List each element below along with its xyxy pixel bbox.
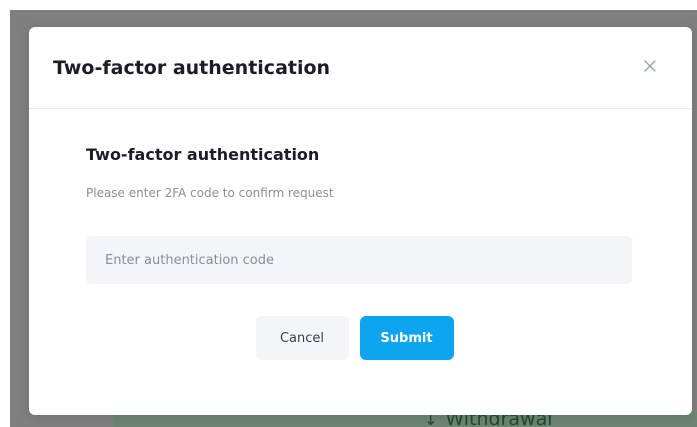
section-subtitle: Please enter 2FA code to confirm request — [86, 186, 334, 200]
cancel-button[interactable]: Cancel — [255, 316, 349, 360]
modal-actions: Cancel Submit — [86, 316, 635, 360]
modal-body: Two-factor authentication Please enter 2… — [29, 109, 692, 360]
modal-title: Two-factor authentication — [53, 56, 331, 79]
submit-button[interactable]: Submit — [359, 316, 454, 360]
section-heading: Two-factor authentication — [86, 145, 320, 164]
authentication-code-input[interactable] — [86, 236, 632, 284]
two-factor-modal: Two-factor authentication Two-factor aut… — [29, 27, 692, 415]
close-icon[interactable] — [642, 58, 658, 74]
modal-header: Two-factor authentication — [29, 27, 692, 109]
